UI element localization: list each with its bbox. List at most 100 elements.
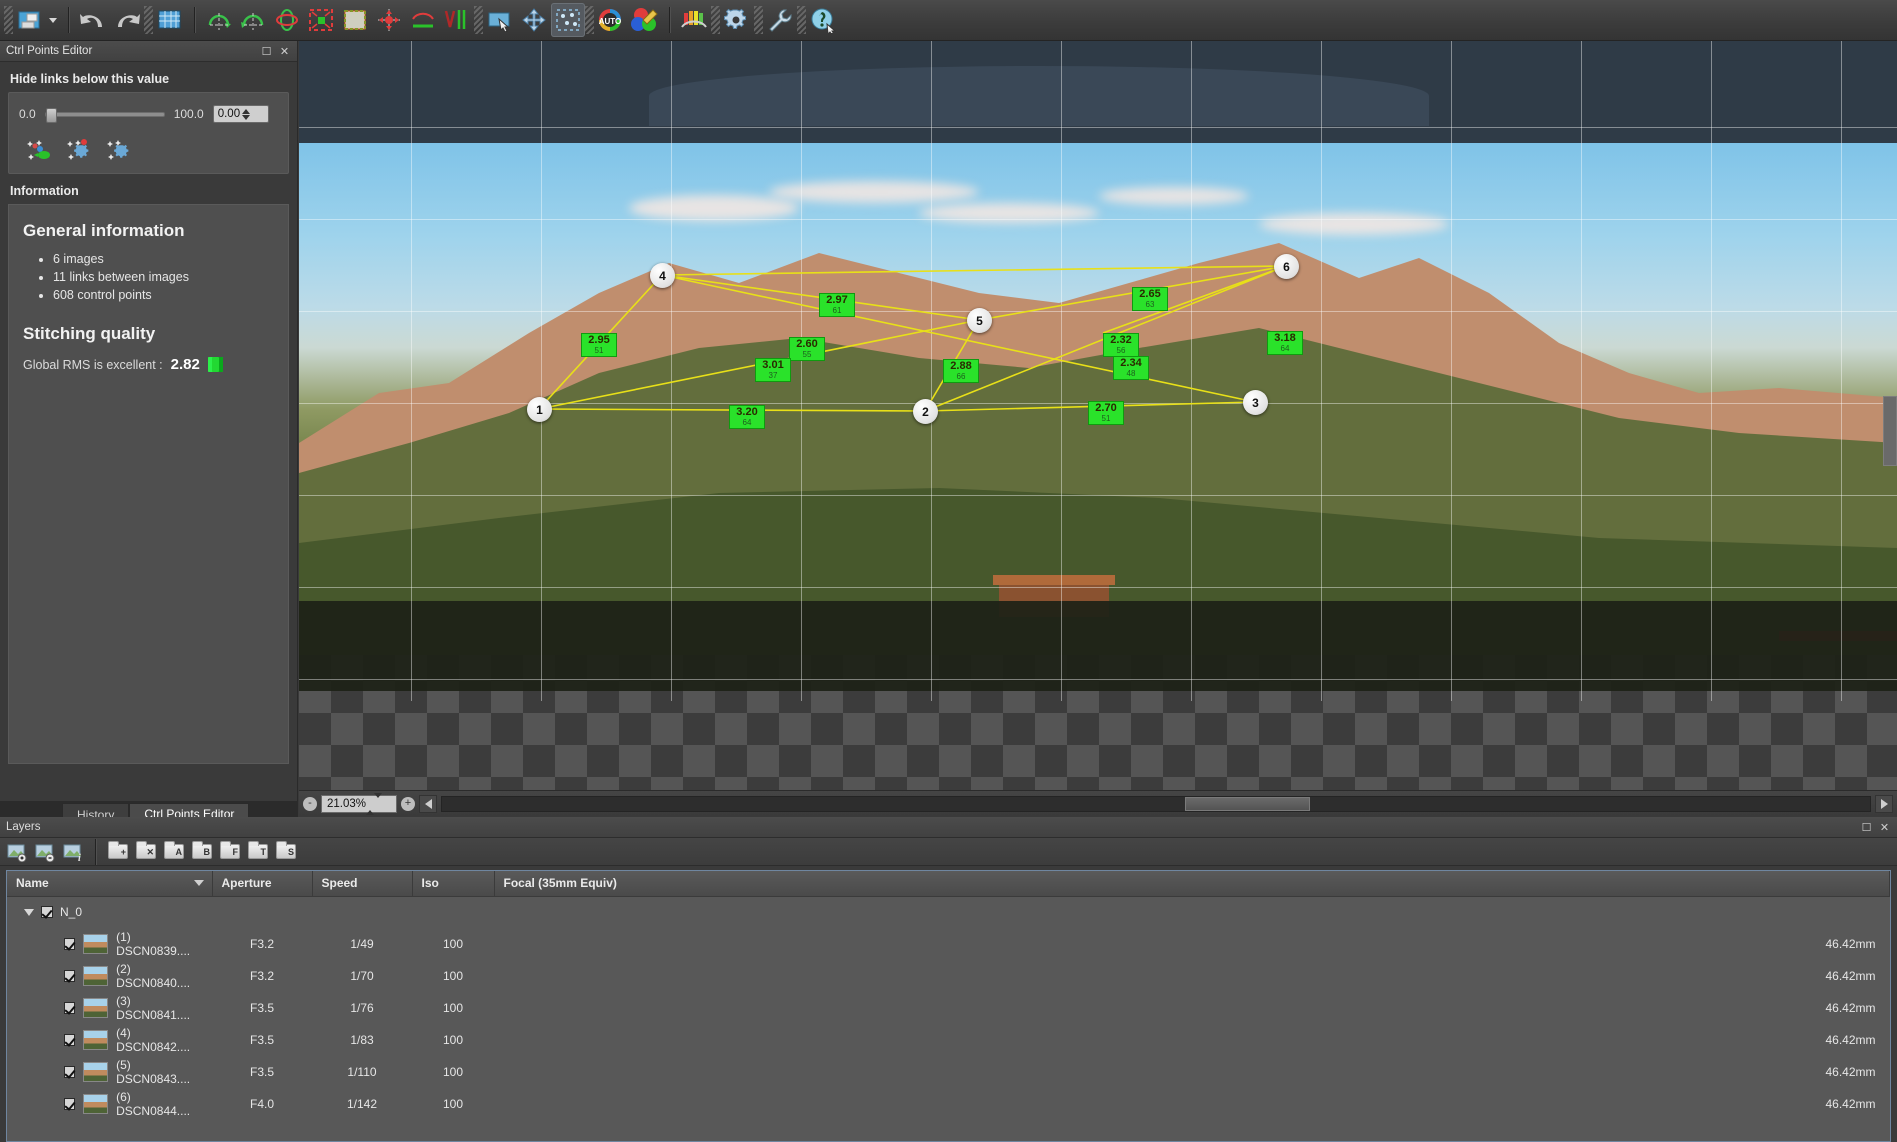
table-row[interactable]: (4) DSCN0842.... F3.5 1/83 100 46.42mm bbox=[7, 1024, 1890, 1056]
row-name-cell[interactable]: (3) DSCN0841.... bbox=[7, 992, 212, 1024]
canvas-vertical-scrollbar[interactable] bbox=[1883, 396, 1897, 466]
image-node-4[interactable]: 4 bbox=[650, 263, 675, 288]
toolbar-grip-2[interactable] bbox=[144, 6, 153, 34]
link-quality-badge[interactable]: 2.60 55 bbox=[789, 337, 825, 361]
table-group-row[interactable]: N_0 bbox=[7, 896, 1890, 928]
layers-undock-icon[interactable]: ☐ bbox=[1860, 821, 1873, 834]
column-name[interactable]: Name bbox=[7, 871, 213, 897]
image-node-3[interactable]: 3 bbox=[1243, 390, 1268, 415]
create-control-points-icon[interactable] bbox=[27, 137, 51, 160]
group-name-cell[interactable]: N_0 bbox=[7, 896, 212, 928]
grid-icon[interactable] bbox=[153, 3, 187, 37]
table-row[interactable]: (5) DSCN0843.... F3.5 1/110 100 46.42mm bbox=[7, 1056, 1890, 1088]
hide-links-value-input[interactable]: 0.00 bbox=[212, 105, 269, 123]
link-quality-badge[interactable]: 2.65 63 bbox=[1132, 287, 1168, 311]
zoom-out-button[interactable]: - bbox=[303, 796, 317, 811]
rotate-yaw-icon[interactable] bbox=[202, 3, 236, 37]
layers-close-icon[interactable]: ✕ bbox=[1878, 821, 1891, 834]
auto-color-icon[interactable]: AUTO bbox=[594, 3, 628, 37]
link-quality-badge[interactable]: 3.20 64 bbox=[729, 405, 765, 429]
image-info-icon[interactable]: i bbox=[60, 840, 86, 864]
fit-image-icon[interactable] bbox=[338, 3, 372, 37]
save-dropdown-caret[interactable] bbox=[47, 3, 61, 37]
undo-icon[interactable] bbox=[76, 3, 110, 37]
toolbar-grip-5[interactable] bbox=[711, 6, 720, 34]
row-name-cell[interactable]: (6) DSCN0844.... bbox=[7, 1088, 212, 1120]
table-row[interactable]: (1) DSCN0839.... F3.2 1/49 100 46.42mm bbox=[7, 928, 1890, 960]
image-node-5[interactable]: 5 bbox=[967, 308, 992, 333]
scroll-left-button[interactable] bbox=[419, 794, 437, 813]
control-points-settings-icon[interactable] bbox=[107, 137, 131, 160]
link-quality-badge[interactable]: 2.97 61 bbox=[819, 293, 855, 317]
image-node-2[interactable]: 2 bbox=[913, 399, 938, 424]
layers-table-container[interactable]: Name Aperture Speed Iso Focal (35mm Equi… bbox=[6, 870, 1891, 1142]
add-image-icon[interactable] bbox=[4, 840, 30, 864]
rotate-pitch-icon[interactable] bbox=[236, 3, 270, 37]
vertical-line-icon[interactable] bbox=[440, 3, 474, 37]
row-name-cell[interactable]: (1) DSCN0839.... bbox=[7, 928, 212, 960]
row-checkbox[interactable] bbox=[64, 1002, 76, 1014]
column-focal[interactable]: Focal (35mm Equiv) bbox=[494, 871, 1890, 897]
group-by-b-icon[interactable]: B bbox=[189, 840, 215, 864]
scroll-right-button[interactable] bbox=[1875, 794, 1893, 813]
group-by-s-icon[interactable]: S bbox=[273, 840, 299, 864]
link-quality-badge[interactable]: 2.88 66 bbox=[943, 359, 979, 383]
horizon-icon[interactable] bbox=[406, 3, 440, 37]
group-by-f-icon[interactable]: F bbox=[217, 840, 243, 864]
zoom-in-button[interactable]: + bbox=[401, 796, 415, 811]
group-expand-icon[interactable] bbox=[24, 908, 34, 916]
table-row[interactable]: (3) DSCN0841.... F3.5 1/76 100 46.42mm bbox=[7, 992, 1890, 1024]
table-row[interactable]: (2) DSCN0840.... F3.2 1/70 100 46.42mm bbox=[7, 960, 1890, 992]
link-quality-badge[interactable]: 2.70 51 bbox=[1088, 401, 1124, 425]
group-by-a-icon[interactable]: A bbox=[161, 840, 187, 864]
row-checkbox[interactable] bbox=[64, 970, 76, 982]
toolbar-grip-7[interactable] bbox=[797, 6, 806, 34]
link-quality-badge[interactable]: 3.01 37 bbox=[755, 358, 791, 382]
select-layer-icon[interactable] bbox=[483, 3, 517, 37]
new-group-icon[interactable]: + bbox=[105, 840, 131, 864]
save-project-icon[interactable] bbox=[13, 3, 47, 37]
link-quality-badge[interactable]: 2.34 48 bbox=[1113, 356, 1149, 380]
toolbar-grip[interactable] bbox=[4, 6, 13, 34]
column-aperture[interactable]: Aperture bbox=[212, 871, 313, 897]
column-iso[interactable]: Iso bbox=[412, 871, 495, 897]
tools-icon[interactable] bbox=[763, 3, 797, 37]
canvas-horizontal-scrollbar[interactable] bbox=[441, 795, 1871, 812]
hide-links-slider-knob[interactable] bbox=[45, 107, 57, 123]
hide-links-slider[interactable] bbox=[44, 107, 165, 123]
clean-control-points-icon[interactable] bbox=[67, 137, 91, 160]
row-name-cell[interactable]: (4) DSCN0842.... bbox=[7, 1024, 212, 1056]
group-checkbox[interactable] bbox=[41, 906, 53, 919]
row-name-cell[interactable]: (5) DSCN0843.... bbox=[7, 1056, 212, 1088]
delete-group-icon[interactable]: ✕ bbox=[133, 840, 159, 864]
redo-icon[interactable] bbox=[110, 3, 144, 37]
center-icon[interactable] bbox=[372, 3, 406, 37]
row-checkbox[interactable] bbox=[64, 1098, 76, 1110]
image-node-6[interactable]: 6 bbox=[1274, 254, 1299, 279]
rotate-roll-icon[interactable] bbox=[270, 3, 304, 37]
row-checkbox[interactable] bbox=[64, 1034, 76, 1046]
close-icon[interactable]: ✕ bbox=[278, 45, 291, 58]
sort-caret-icon[interactable] bbox=[193, 880, 204, 886]
link-quality-badge[interactable]: 2.95 51 bbox=[581, 333, 617, 357]
control-points-icon[interactable] bbox=[551, 3, 585, 37]
row-name-cell[interactable]: (2) DSCN0840.... bbox=[7, 960, 212, 992]
link-quality-badge[interactable]: 2.32 56 bbox=[1103, 333, 1139, 357]
remove-image-icon[interactable] bbox=[32, 840, 58, 864]
toolbar-grip-4[interactable] bbox=[585, 6, 594, 34]
move-icon[interactable] bbox=[517, 3, 551, 37]
exposure-fusion-icon[interactable] bbox=[677, 3, 711, 37]
link-quality-badge[interactable]: 3.18 64 bbox=[1267, 331, 1303, 355]
undock-icon[interactable]: ☐ bbox=[260, 45, 273, 58]
color-correction-icon[interactable] bbox=[628, 3, 662, 37]
panorama-canvas[interactable]: 1 2 3 4 5 6 2.95 51 2.97 61 2.60 55 3.01 37 3.20 64 2.8… bbox=[299, 41, 1897, 796]
toolbar-grip-3[interactable] bbox=[474, 6, 483, 34]
row-checkbox[interactable] bbox=[64, 1066, 76, 1078]
column-speed[interactable]: Speed bbox=[312, 871, 413, 897]
image-node-1[interactable]: 1 bbox=[527, 397, 552, 422]
group-by-t-icon[interactable]: T bbox=[245, 840, 271, 864]
row-checkbox[interactable] bbox=[64, 938, 76, 950]
settings-icon[interactable] bbox=[720, 3, 754, 37]
help-icon[interactable] bbox=[806, 3, 840, 37]
toolbar-grip-6[interactable] bbox=[754, 6, 763, 34]
